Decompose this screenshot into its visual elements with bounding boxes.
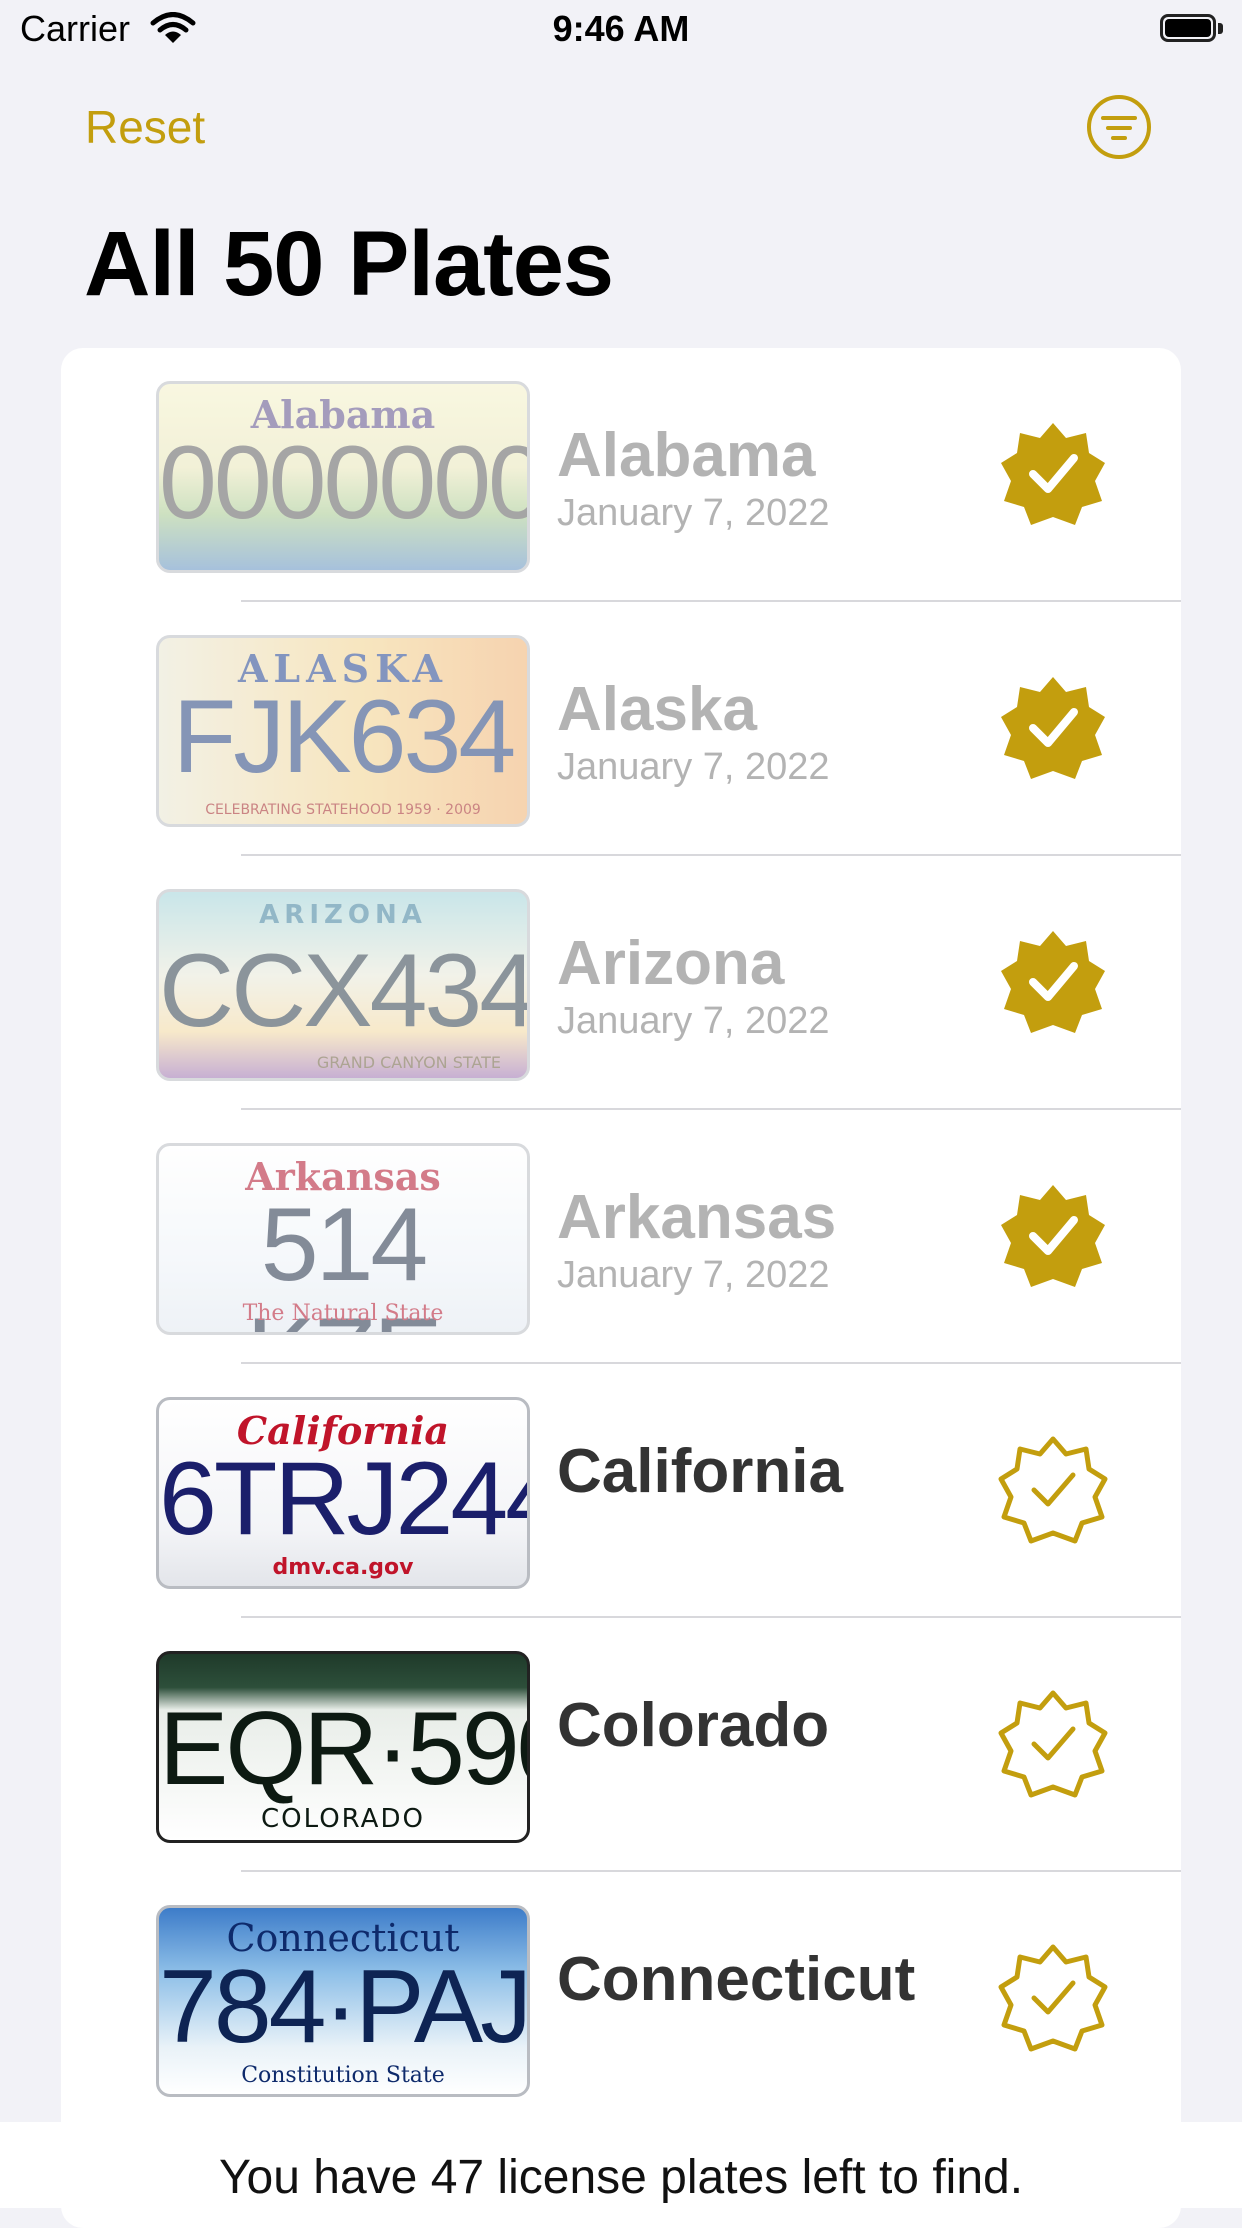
plate-image-number: 0000000: [159, 425, 530, 541]
found-date: January 7, 2022: [557, 1000, 830, 1042]
plate-image-bottom: Constitution State: [241, 2063, 445, 2088]
plate-row-arkansas[interactable]: Arkansas 514 KZE The Natural State Arkan…: [61, 1110, 1181, 1364]
battery-icon: [1160, 14, 1224, 44]
footer-bar: You have 47 license plates left to find.: [0, 2122, 1242, 2208]
found-date: January 7, 2022: [557, 1254, 830, 1296]
plates-list: Alabama 0000000 Alabama January 7, 2022 …: [61, 348, 1181, 2228]
plate-image-number: FJK634: [172, 679, 516, 795]
page-title: All 50 Plates: [84, 213, 614, 315]
plate-row-alabama[interactable]: Alabama 0000000 Alabama January 7, 2022: [61, 348, 1181, 602]
plate-image-bottom: COLORADO: [261, 1804, 425, 1834]
checkmark-seal-filled-icon[interactable]: [998, 1180, 1108, 1290]
plate-image-bottom: The Natural State: [242, 1301, 444, 1326]
found-date: January 7, 2022: [557, 492, 830, 534]
plate-image: Alabama 0000000: [156, 381, 530, 573]
plate-image: Arkansas 514 KZE The Natural State: [156, 1143, 530, 1335]
plate-image-number: CCX4344: [159, 933, 530, 1049]
plate-image: California 6TRJ244 dmv.ca.gov: [156, 1397, 530, 1589]
plate-image: ALASKA FJK634 CELEBRATING STATEHOOD 1959…: [156, 635, 530, 827]
plate-image-bottom: dmv.ca.gov: [272, 1555, 414, 1580]
plate-image-number: 784·PAJ: [159, 1949, 530, 2065]
state-name: Colorado: [557, 1691, 830, 1760]
state-name: Arkansas: [557, 1183, 837, 1252]
checkmark-seal-outline-icon[interactable]: [998, 1688, 1108, 1798]
plate-image-top: ARIZONA: [259, 900, 427, 930]
checkmark-seal-filled-icon[interactable]: [998, 418, 1108, 528]
plate-image: EQR·590 COLORADO: [156, 1651, 530, 1843]
clock: 9:46 AM: [552, 8, 690, 49]
filter-icon[interactable]: [1086, 94, 1152, 160]
plate-row-arizona[interactable]: ARIZONA CCX4344 GRAND CANYON STATE Arizo…: [61, 856, 1181, 1110]
plate-row-alaska[interactable]: ALASKA FJK634 CELEBRATING STATEHOOD 1959…: [61, 602, 1181, 856]
state-name: Arizona: [557, 929, 785, 998]
state-name: Alaska: [557, 675, 757, 744]
state-name: Alabama: [557, 421, 816, 490]
remaining-count-message: You have 47 license plates left to find.: [218, 2151, 1024, 2204]
plate-image-number: EQR·590: [159, 1691, 527, 1807]
checkmark-seal-filled-icon[interactable]: [998, 672, 1108, 782]
plate-image-number: 6TRJ244: [159, 1441, 530, 1557]
plate-image-bottom: GRAND CANYON STATE: [316, 1053, 501, 1072]
plate-image: Connecticut 784·PAJ Constitution State: [156, 1905, 530, 2097]
state-name: California: [557, 1437, 843, 1506]
checkmark-seal-outline-icon[interactable]: [998, 1942, 1108, 2052]
reset-button[interactable]: Reset: [85, 100, 205, 154]
found-date: January 7, 2022: [557, 746, 830, 788]
checkmark-seal-outline-icon[interactable]: [998, 1434, 1108, 1544]
plate-row-colorado[interactable]: EQR·590 COLORADO Colorado: [61, 1618, 1181, 1872]
status-bar: Carrier 9:46 AM: [0, 0, 1242, 62]
plate-image-bottom: CELEBRATING STATEHOOD 1959 · 2009: [205, 802, 481, 818]
plate-row-california[interactable]: California 6TRJ244 dmv.ca.gov California: [61, 1364, 1181, 1618]
checkmark-seal-filled-icon[interactable]: [998, 926, 1108, 1036]
plate-row-connecticut[interactable]: Connecticut 784·PAJ Constitution State C…: [61, 1872, 1181, 2126]
state-name: Connecticut: [557, 1945, 916, 2014]
plate-image: ARIZONA CCX4344 GRAND CANYON STATE: [156, 889, 530, 1081]
